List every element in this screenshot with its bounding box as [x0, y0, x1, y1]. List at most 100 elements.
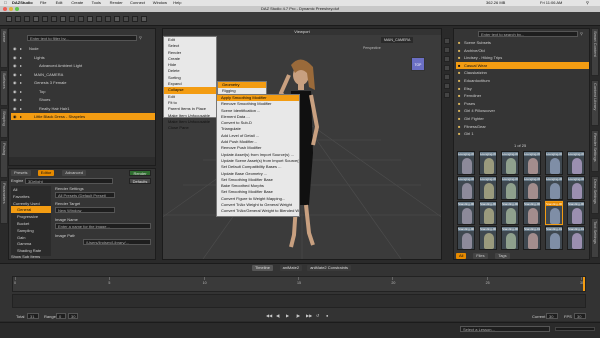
render-icon[interactable]: [114, 16, 120, 22]
universal-icon[interactable]: [51, 16, 57, 22]
left-tab-surfaces[interactable]: Surfaces: [0, 70, 8, 106]
thumbnail[interactable]: Standing-008a: [479, 226, 497, 250]
view-cube[interactable]: TOP: [411, 57, 425, 71]
thumbnail[interactable]: Lounging-008a: [479, 176, 497, 200]
image-path-input[interactable]: /Users/lindsey/Library/...: [83, 239, 151, 245]
step-back-icon[interactable]: ◀|: [276, 313, 280, 318]
thumbnail[interactable]: Lounging-001a: [457, 151, 475, 175]
thumbnail[interactable]: Lounging-005a: [545, 151, 563, 175]
thumbnail[interactable]: Lounging-002a: [479, 151, 497, 175]
thumbnail[interactable]: Standing-010a: [523, 226, 541, 250]
select-arrow-icon[interactable]: ▸: [20, 62, 22, 69]
visibility-eye-icon[interactable]: ◉: [13, 96, 17, 103]
joint-icon[interactable]: [78, 16, 84, 22]
select-arrow-icon[interactable]: ▸: [20, 113, 22, 120]
cursor-icon[interactable]: [6, 16, 12, 22]
timeline-tab[interactable]: Timeline: [252, 265, 273, 271]
scale-icon[interactable]: [42, 16, 48, 22]
visibility-eye-icon[interactable]: ◉: [13, 45, 17, 52]
left-tab-shaping[interactable]: Shaping: [0, 108, 8, 138]
thumbnail[interactable]: Standing-001a: [457, 201, 475, 225]
defaults-button[interactable]: Defaults: [129, 178, 151, 184]
select-arrow-icon[interactable]: ▸: [20, 88, 22, 95]
playhead[interactable]: [583, 277, 585, 291]
folder-item[interactable]: ■ Casual Wear: [456, 61, 589, 69]
thumbnail[interactable]: Standing-007a: [457, 226, 475, 250]
scene-node[interactable]: ◉ ▸ Top: [11, 88, 155, 95]
fullscreen-icon[interactable]: [444, 92, 450, 98]
rotate-icon[interactable]: [33, 16, 39, 22]
thumbnail[interactable]: Standing-003a: [501, 201, 519, 225]
thumbnail[interactable]: Lounging-007a: [457, 176, 475, 200]
show-sub-items-checkbox[interactable]: Show Sub Items: [11, 253, 40, 260]
fps-field[interactable]: 30: [574, 313, 586, 319]
timeline-icon[interactable]: [141, 16, 147, 22]
right-tab-smart-content[interactable]: Smart Content: [591, 28, 599, 76]
context-menu-item[interactable]: Close Pane: [164, 125, 216, 131]
render-tab-advanced[interactable]: Advanced: [62, 170, 86, 176]
library-tab-files[interactable]: Files: [473, 253, 488, 259]
aux-viewport-icon[interactable]: [132, 16, 138, 22]
context-menu-item[interactable]: Make Item Unfocusable: [164, 113, 216, 119]
record-icon[interactable]: ●: [326, 313, 328, 318]
camera-orbit-icon[interactable]: [444, 38, 450, 44]
zoom-window-button[interactable]: [15, 7, 19, 11]
preset-select[interactable]: All Presets (Default Preset): [55, 192, 115, 198]
visibility-eye-icon[interactable]: ◉: [13, 54, 17, 61]
submenu2-item[interactable]: Convert TriAx/General Weight to Blended …: [217, 208, 299, 214]
folder-item[interactable]: ■ Scene Subsets: [456, 39, 589, 46]
thumbnail[interactable]: Standing-002a: [479, 201, 497, 225]
frame-icon[interactable]: [444, 74, 450, 80]
engine-select[interactable]: 3Delight: [25, 178, 113, 184]
folder-item[interactable]: ■ Eduardoctitum: [456, 77, 589, 84]
select-arrow-icon[interactable]: ▸: [20, 45, 22, 52]
content-search-input[interactable]: Enter text to search by...: [478, 31, 578, 37]
folder-item[interactable]: ■ Girl 4 Pillowcover: [456, 107, 589, 114]
scene-node[interactable]: ◉ ▸ Genesis 3 Female: [11, 79, 155, 86]
folder-item[interactable]: ■ Girl Fighter: [456, 115, 589, 122]
window-icon[interactable]: [96, 16, 102, 22]
camera-pan-icon[interactable]: [444, 47, 450, 53]
surface-icon[interactable]: [60, 16, 66, 22]
range-start-field[interactable]: 0: [56, 313, 66, 319]
thumbnail[interactable]: Lounging-010a: [523, 176, 541, 200]
thumbnail[interactable]: Standing-009a: [501, 226, 519, 250]
folder-item[interactable]: ■ Archive/Old: [456, 47, 589, 54]
thumbnail[interactable]: Standing-004a: [523, 201, 541, 225]
right-tab-tool-settings[interactable]: Tool Settings: [591, 218, 599, 258]
render-camera-icon[interactable]: [105, 16, 111, 22]
minimize-window-button[interactable]: [9, 7, 13, 11]
scene-node[interactable]: ◉ ▸ Realty Hair Hair1: [11, 105, 155, 112]
geometry-icon[interactable]: [69, 16, 75, 22]
visibility-eye-icon[interactable]: ◉: [13, 113, 17, 120]
go-end-icon[interactable]: ▶▶: [306, 313, 312, 318]
timeline-tab[interactable]: aniMate2: [279, 265, 303, 271]
scene-search-input[interactable]: Enter text to filter by...: [27, 35, 137, 41]
visibility-eye-icon[interactable]: ◉: [13, 79, 17, 86]
render-tab-editor[interactable]: Editor: [37, 170, 55, 176]
scene-node[interactable]: ◉ ▸ Node: [11, 45, 155, 52]
loop-icon[interactable]: ↺: [316, 313, 319, 318]
step-forward-icon[interactable]: |▶: [296, 313, 300, 318]
library-tab-tags[interactable]: Tags: [495, 253, 510, 259]
camera-select[interactable]: MAIN_CAMERA: [381, 37, 414, 43]
thumbnail[interactable]: Lounging-004a: [523, 151, 541, 175]
image-name-input[interactable]: Enter a name for the image...: [55, 223, 151, 229]
current-field[interactable]: 30: [546, 313, 558, 319]
folder-item[interactable]: ■ Clauskatzinn: [456, 69, 589, 76]
scene-node[interactable]: ◉ ▸ Advanced Ambient Light: [11, 62, 155, 69]
visibility-eye-icon[interactable]: ◉: [13, 105, 17, 112]
thumbnail[interactable]: Lounging-012a: [567, 176, 585, 200]
right-tab-content-library[interactable]: Content Library: [591, 80, 599, 126]
thumbnail[interactable]: Standing-011a: [545, 226, 563, 250]
node-select-icon[interactable]: [15, 16, 21, 22]
left-tab-parameters[interactable]: Parameters: [0, 180, 8, 224]
thumbnail[interactable]: Lounging-011a: [545, 176, 563, 200]
thumbnail[interactable]: Lounging-003a: [501, 151, 519, 175]
camera-zoom-icon[interactable]: [444, 56, 450, 62]
camera-bank-icon[interactable]: [444, 65, 450, 71]
select-arrow-icon[interactable]: ▸: [20, 54, 22, 61]
folder-item[interactable]: ■ Girl 1: [456, 130, 589, 137]
render-button[interactable]: Render: [129, 170, 151, 176]
scene-node[interactable]: ◉ ▸ MAIN_CAMERA: [11, 71, 155, 78]
